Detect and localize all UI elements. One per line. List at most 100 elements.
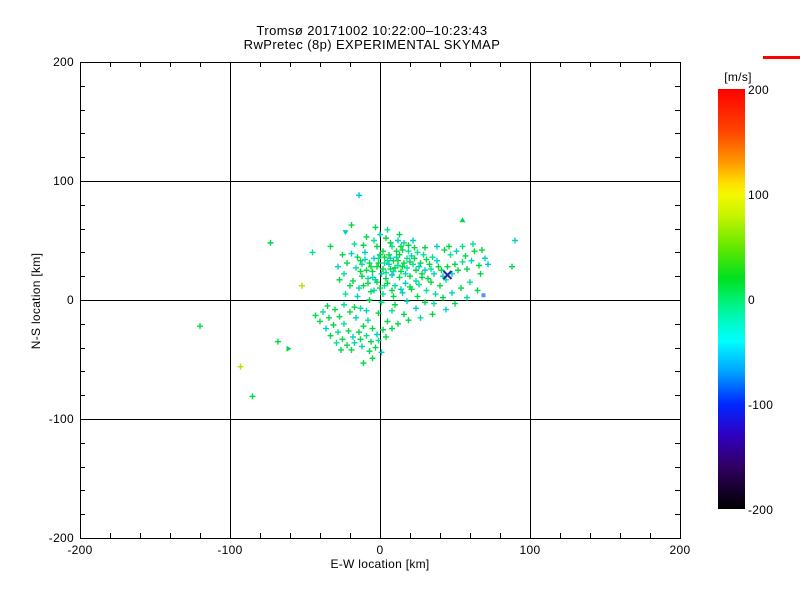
- data-point: [309, 249, 316, 256]
- data-point: [474, 287, 481, 294]
- data-point: [249, 393, 256, 400]
- data-point: [455, 267, 461, 274]
- data-point: [374, 243, 380, 250]
- data-point: [419, 270, 425, 277]
- data-point: [324, 302, 331, 309]
- data-point: [332, 306, 338, 313]
- data-point: [384, 226, 391, 233]
- data-point: [425, 275, 431, 282]
- data-point: [363, 307, 370, 314]
- data-point: [320, 308, 326, 315]
- data-point: [326, 314, 332, 321]
- data-point: [485, 261, 491, 268]
- data-point: [441, 247, 448, 254]
- data-point: [327, 243, 334, 250]
- data-point: [459, 243, 466, 250]
- data-point: [404, 298, 410, 305]
- data-point: [413, 277, 419, 284]
- gridlines: [80, 62, 680, 538]
- data-point: [366, 297, 373, 303]
- data-point: [462, 252, 469, 259]
- data-point: [312, 312, 319, 319]
- data-point: [434, 257, 440, 264]
- data-point: [365, 317, 371, 324]
- data-point: [267, 239, 274, 246]
- data-point: [402, 280, 409, 287]
- data-point: [372, 224, 379, 231]
- data-point: [396, 231, 403, 238]
- data-point: [338, 346, 344, 353]
- data-point: [389, 287, 395, 294]
- data-point: [435, 263, 442, 270]
- data-point: [362, 256, 368, 263]
- data-point: [470, 241, 476, 248]
- data-point: [336, 313, 343, 320]
- red-scale-marker: [763, 56, 800, 59]
- data-point: [348, 222, 355, 229]
- x-tick-label: -200: [67, 543, 93, 557]
- colorbar-unit-label: [m/s]: [724, 70, 752, 84]
- data-point: [467, 279, 473, 286]
- data-point: [374, 331, 380, 338]
- data-point: [477, 270, 484, 277]
- data-point: [395, 237, 401, 244]
- data-point: [404, 264, 410, 271]
- data-point: [360, 242, 367, 249]
- data-point: [432, 291, 439, 298]
- data-point: [410, 237, 416, 244]
- data-point: [368, 288, 374, 295]
- data-point: [437, 282, 443, 289]
- data-point: [383, 269, 389, 276]
- data-point: [336, 276, 343, 283]
- data-point: [481, 293, 486, 298]
- data-point: [464, 294, 470, 301]
- data-point: [447, 251, 454, 258]
- data-point: [286, 345, 292, 352]
- data-point: [377, 231, 383, 238]
- x-tick-label: 100: [519, 543, 541, 557]
- data-point: [423, 256, 430, 263]
- data-point: [341, 320, 347, 327]
- data-point: [371, 237, 377, 244]
- colorbar-tick-label: -200: [748, 503, 774, 517]
- data-point: [459, 217, 466, 223]
- data-point: [363, 332, 370, 339]
- data-point: [362, 249, 368, 256]
- data-point: [317, 318, 323, 325]
- data-point: [446, 243, 452, 250]
- colorbar-tick-label: 100: [748, 188, 769, 202]
- data-point: [348, 346, 355, 353]
- data-point: [368, 338, 374, 345]
- data-point: [353, 264, 359, 271]
- x-tick-label: -100: [217, 543, 243, 557]
- data-point: [345, 327, 352, 334]
- data-point: [369, 325, 376, 332]
- data-point: [392, 301, 398, 308]
- data-point: [389, 307, 395, 314]
- data-point: [396, 274, 403, 281]
- data-point: [354, 254, 361, 261]
- x-axis-title: E-W location [km]: [330, 557, 430, 571]
- colorbar-tick-label: 0: [748, 293, 755, 307]
- data-point: [335, 263, 341, 270]
- data-point: [383, 235, 389, 242]
- data-point: [350, 277, 356, 284]
- data-point: [434, 243, 440, 250]
- skymap-plot: [80, 62, 681, 539]
- data-point: [416, 281, 422, 288]
- data-point: [393, 248, 400, 255]
- data-point: [275, 338, 281, 345]
- data-point: [464, 266, 470, 273]
- data-point: [384, 318, 391, 325]
- data-point: [347, 282, 353, 289]
- data-point: [342, 230, 349, 236]
- colorbar-tick-label: 200: [748, 83, 769, 97]
- data-point: [468, 257, 475, 264]
- data-point: [348, 250, 355, 257]
- data-point: [363, 267, 370, 274]
- data-point: [330, 321, 337, 328]
- data-point: [299, 282, 305, 289]
- data-point: [476, 262, 482, 269]
- data-point: [458, 285, 464, 292]
- data-point: [414, 249, 421, 256]
